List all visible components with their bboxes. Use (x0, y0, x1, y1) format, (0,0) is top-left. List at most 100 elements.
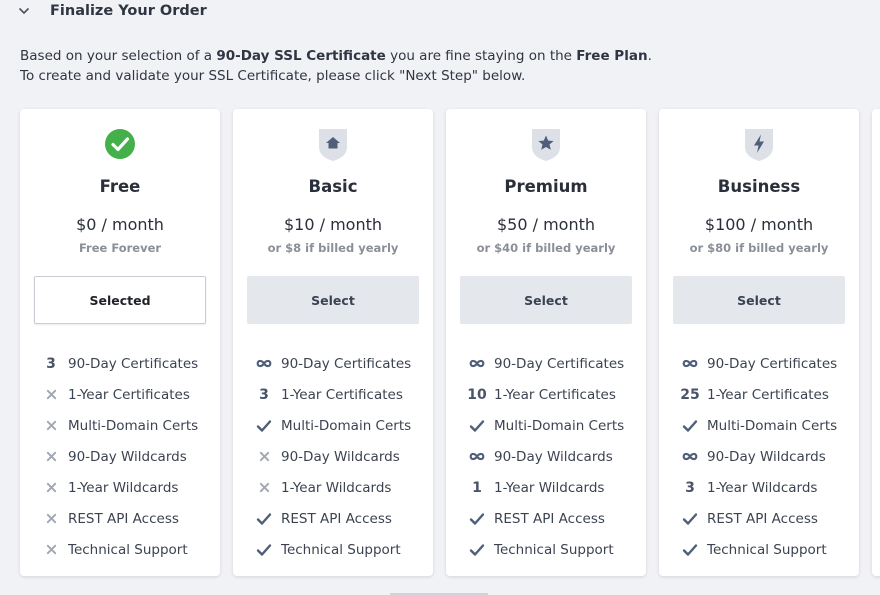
x-icon (40, 386, 62, 404)
select-plan-button[interactable]: Select (247, 276, 419, 324)
infinity-icon (679, 448, 701, 466)
x-icon (40, 417, 62, 435)
feature-label: 90-Day Certificates (707, 355, 838, 372)
feature-item: Multi-Domain Certs (466, 410, 624, 441)
feature-label: REST API Access (281, 510, 392, 527)
feature-item: Technical Support (466, 534, 624, 565)
feature-label: 1-Year Wildcards (281, 479, 392, 496)
plan-name: Basic (308, 177, 358, 196)
feature-item: 3 1-Year Certificates (253, 379, 411, 410)
bolt-shield-icon (743, 126, 775, 162)
plan-card-free: Free $0 / month Free Forever Selected 3 90-Da… (20, 109, 220, 576)
feature-label: REST API Access (68, 510, 179, 527)
star-shield-icon (530, 126, 562, 162)
feature-label: Technical Support (707, 541, 827, 558)
feature-item: 90-Day Wildcards (40, 441, 198, 472)
intro-line-1: Based on your selection of a 90-Day SSL … (20, 46, 880, 66)
feature-item: 90-Day Wildcards (253, 441, 411, 472)
intro-text-part: you are fine staying on the (385, 48, 577, 64)
feature-item: 1-Year Wildcards (40, 472, 198, 503)
feature-label: 1-Year Certificates (707, 386, 829, 403)
feature-label: Multi-Domain Certs (494, 417, 625, 434)
infinity-icon (253, 355, 275, 373)
feature-label: 90-Day Wildcards (281, 448, 400, 465)
feature-label: REST API Access (707, 510, 818, 527)
feature-item: REST API Access (40, 503, 198, 534)
feature-label: 1-Year Certificates (68, 386, 190, 403)
plan-card-partial (872, 109, 880, 576)
feature-item: Technical Support (679, 534, 837, 565)
plan-card-business: Business $100 / month or $80 if billed yea… (659, 109, 859, 576)
intro-text-part: . (647, 48, 652, 64)
intro-text-part: Based on your selection of a (20, 48, 217, 64)
feature-item: 1-Year Certificates (40, 379, 198, 410)
plan-billing-note: Free Forever (78, 241, 162, 255)
section-title: Finalize Your Order (50, 3, 207, 19)
feature-item: 90-Day Wildcards (466, 441, 624, 472)
x-icon (40, 510, 62, 528)
feature-label: Multi-Domain Certs (707, 417, 838, 434)
plan-card-basic: Basic $10 / month or $8 if billed yearly Se… (233, 109, 433, 576)
x-icon (40, 479, 62, 497)
feature-list: 3 90-Day Certificates 1-Year Certificates M… (40, 348, 198, 565)
feature-list: 90-Day Certificates 25 1-Year Certificates… (679, 348, 837, 565)
feature-count: 25 (680, 386, 700, 403)
feature-label: Multi-Domain Certs (68, 417, 199, 434)
infinity-icon (679, 355, 701, 373)
feature-count: 10 (467, 386, 487, 403)
feature-item: 1-Year Wildcards (253, 472, 411, 503)
plan-billing-note: or $80 if billed yearly (689, 241, 829, 255)
feature-label: 1-Year Wildcards (68, 479, 179, 496)
feature-item: 3 1-Year Wildcards (679, 472, 837, 503)
feature-item: 3 90-Day Certificates (40, 348, 198, 379)
selected-plan-button[interactable]: Selected (34, 276, 206, 324)
feature-item: Multi-Domain Certs (40, 410, 198, 441)
select-plan-button[interactable]: Select (460, 276, 632, 324)
feature-label: REST API Access (494, 510, 605, 527)
feature-label: 1-Year Certificates (281, 386, 403, 403)
check-icon (466, 510, 488, 528)
feature-item: 1 1-Year Wildcards (466, 472, 624, 503)
section-header[interactable]: Finalize Your Order (0, 0, 880, 26)
feature-label: 1-Year Wildcards (707, 479, 818, 496)
check-icon (253, 510, 275, 528)
check-icon (253, 541, 275, 559)
check-icon (679, 510, 701, 528)
plan-billing-note: or $40 if billed yearly (476, 241, 616, 255)
check-icon (466, 417, 488, 435)
feature-label: Technical Support (281, 541, 401, 558)
feature-list: 90-Day Certificates 10 1-Year Certificates… (466, 348, 624, 565)
feature-item: 25 1-Year Certificates (679, 379, 837, 410)
feature-count: 3 (259, 386, 269, 403)
plan-billing-note: or $8 if billed yearly (267, 241, 399, 255)
intro-text: Based on your selection of a 90-Day SSL … (20, 46, 880, 86)
x-icon (40, 541, 62, 559)
feature-item: REST API Access (253, 503, 411, 534)
feature-count: 1 (472, 479, 482, 496)
plan-name: Business (717, 177, 801, 196)
feature-label: 90-Day Certificates (281, 355, 412, 372)
x-icon (40, 448, 62, 466)
plan-price: $50 / month (496, 215, 596, 234)
feature-label: Technical Support (494, 541, 614, 558)
feature-label: Multi-Domain Certs (281, 417, 412, 434)
feature-item: 90-Day Certificates (466, 348, 624, 379)
feature-label: 90-Day Wildcards (707, 448, 826, 465)
feature-item: 90-Day Wildcards (679, 441, 837, 472)
feature-item: Multi-Domain Certs (253, 410, 411, 441)
plan-price: $10 / month (283, 215, 383, 234)
feature-item: 90-Day Certificates (253, 348, 411, 379)
intro-line-2: To create and validate your SSL Certific… (20, 68, 526, 84)
plan-price: $0 / month (76, 215, 164, 234)
feature-label: 1-Year Certificates (494, 386, 616, 403)
feature-item: 90-Day Certificates (679, 348, 837, 379)
feature-list: 90-Day Certificates 3 1-Year Certificates M… (253, 348, 411, 565)
feature-count: 3 (46, 355, 56, 372)
feature-item: Technical Support (253, 534, 411, 565)
feature-label: 90-Day Wildcards (494, 448, 613, 465)
select-plan-button[interactable]: Select (673, 276, 845, 324)
chevron-down-icon[interactable] (18, 6, 30, 16)
x-icon (253, 479, 275, 497)
feature-item: REST API Access (679, 503, 837, 534)
house-shield-icon (317, 126, 349, 162)
